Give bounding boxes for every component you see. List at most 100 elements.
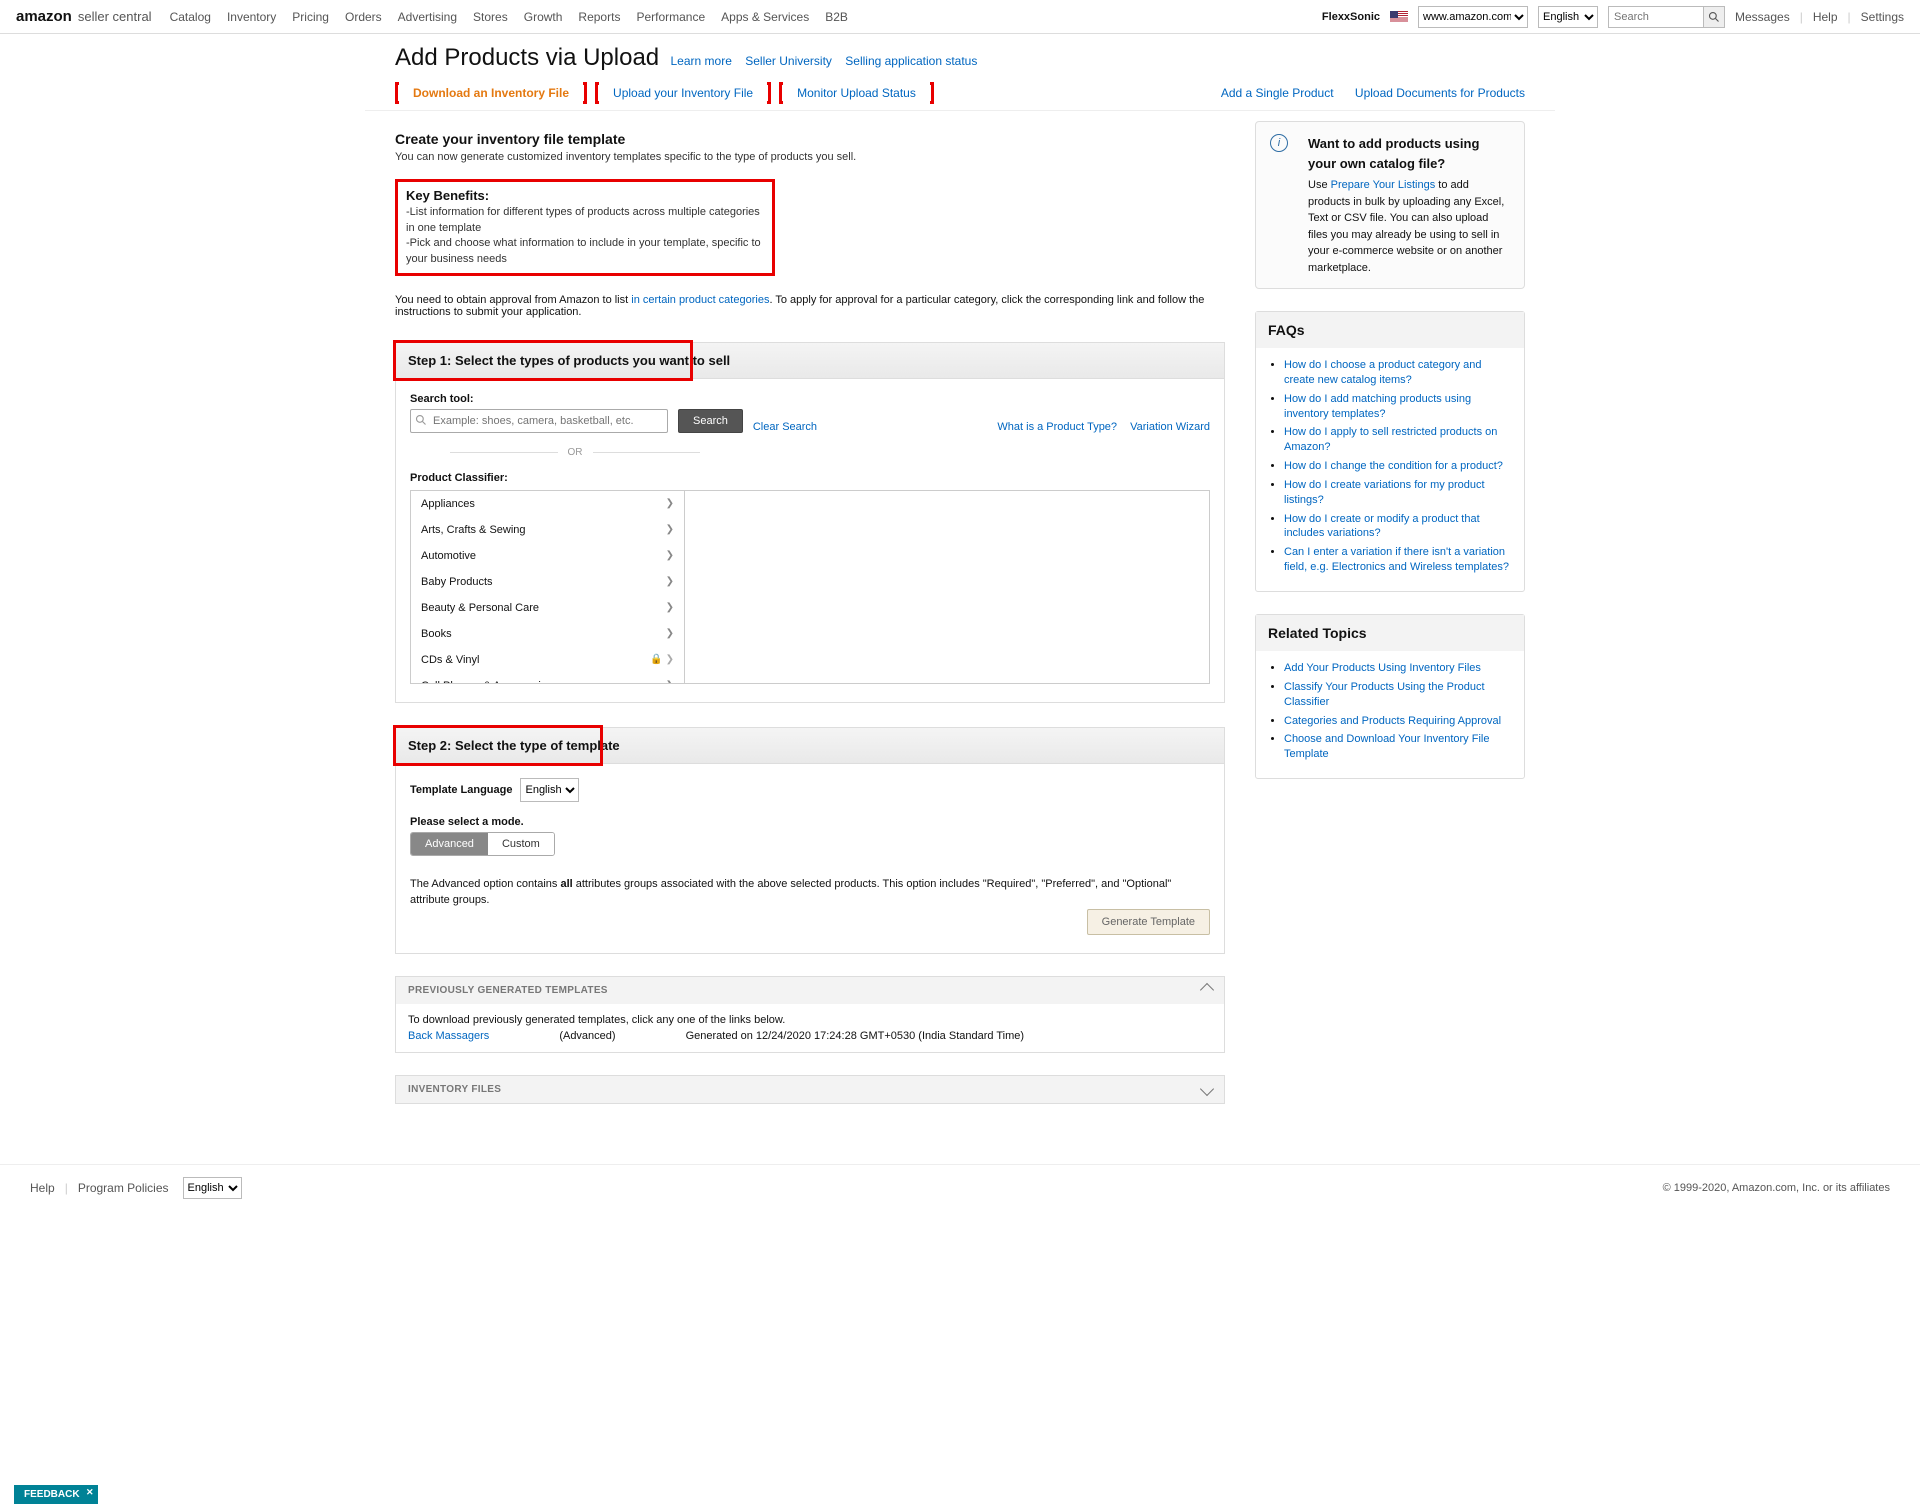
previously-generated-intro: To download previously generated templat… [408, 1014, 1212, 1026]
faq-link-2[interactable]: How do I apply to sell restricted produc… [1284, 426, 1497, 453]
menu-pricing[interactable]: Pricing [292, 10, 329, 24]
footer-help-link[interactable]: Help [30, 1181, 55, 1195]
info-heading: Want to add products using your own cata… [1308, 134, 1510, 173]
upload-documents-link[interactable]: Upload Documents for Products [1355, 86, 1525, 100]
menu-b2b[interactable]: B2B [825, 10, 848, 24]
menu-reports[interactable]: Reports [578, 10, 620, 24]
language-select[interactable]: English [1538, 6, 1598, 28]
menu-performance[interactable]: Performance [636, 10, 705, 24]
global-search [1608, 6, 1725, 28]
tab-upload[interactable]: Upload your Inventory File [599, 78, 767, 108]
step-1-body: Search tool: Search Clear Search What is… [395, 379, 1225, 703]
classifier-column-2 [685, 491, 1209, 683]
search-icon [1708, 11, 1720, 23]
brand-seller-central: seller central [78, 9, 152, 24]
mode-label: Please select a mode. [410, 816, 1210, 828]
faq-link-0[interactable]: How do I choose a product category and c… [1284, 359, 1482, 386]
selling-application-status-link[interactable]: Selling application status [845, 54, 977, 68]
related-link-3[interactable]: Choose and Download Your Inventory File … [1284, 733, 1489, 760]
brand-logo[interactable]: amazon seller central [16, 8, 152, 25]
tab-monitor[interactable]: Monitor Upload Status [783, 78, 930, 108]
template-language-select[interactable]: English [520, 778, 579, 802]
product-classifier-label: Product Classifier: [410, 472, 1210, 484]
menu-advertising[interactable]: Advertising [398, 10, 457, 24]
category-arts-crafts[interactable]: Arts, Crafts & Sewing❯ [411, 517, 684, 543]
category-cell-phones[interactable]: Cell Phones & Accessories❯ [411, 673, 684, 683]
add-single-product-link[interactable]: Add a Single Product [1221, 86, 1334, 100]
info-box: i Want to add products using your own ca… [1255, 121, 1525, 289]
menu-orders[interactable]: Orders [345, 10, 382, 24]
inventory-files-header[interactable]: INVENTORY FILES [396, 1076, 1224, 1103]
key-benefits-box: Key Benefits: -List information for diff… [395, 179, 775, 276]
classifier-column-1[interactable]: Appliances❯ Arts, Crafts & Sewing❯ Autom… [411, 491, 685, 683]
menu-stores[interactable]: Stores [473, 10, 508, 24]
mode-custom-button[interactable]: Custom [488, 833, 554, 855]
learn-more-link[interactable]: Learn more [671, 54, 732, 68]
previous-template-date: Generated on 12/24/2020 17:24:28 GMT+053… [686, 1030, 1024, 1042]
help-link[interactable]: Help [1813, 10, 1838, 24]
top-nav: amazon seller central Catalog Inventory … [0, 0, 1920, 34]
related-link-2[interactable]: Categories and Products Requiring Approv… [1284, 715, 1501, 727]
previous-template-link[interactable]: Back Massagers [408, 1030, 489, 1042]
category-beauty[interactable]: Beauty & Personal Care❯ [411, 595, 684, 621]
tab-download[interactable]: Download an Inventory File [399, 78, 583, 108]
menu-growth[interactable]: Growth [524, 10, 563, 24]
marketplace-select[interactable]: www.amazon.com [1418, 6, 1528, 28]
feedback-button[interactable]: FEEDBACK✕ [14, 1485, 98, 1504]
category-appliances[interactable]: Appliances❯ [411, 491, 684, 517]
mode-description: The Advanced option contains all attribu… [410, 876, 1210, 909]
clear-search-link[interactable]: Clear Search [753, 421, 817, 433]
chevron-right-icon: ❯ [666, 628, 674, 639]
faqs-heading: FAQs [1256, 312, 1524, 348]
search-button[interactable]: Search [678, 409, 743, 433]
approval-note: You need to obtain approval from Amazon … [395, 294, 1225, 318]
settings-link[interactable]: Settings [1861, 10, 1904, 24]
mode-toggle: Advanced Custom [410, 832, 555, 856]
what-is-product-type-link[interactable]: What is a Product Type? [997, 421, 1117, 433]
step-2-body: Template Language English Please select … [395, 764, 1225, 954]
chevron-up-icon [1200, 983, 1214, 997]
search-icon [415, 414, 427, 429]
mode-advanced-button[interactable]: Advanced [411, 833, 488, 855]
faq-link-5[interactable]: How do I create or modify a product that… [1284, 513, 1480, 540]
info-icon: i [1270, 134, 1288, 152]
faq-link-6[interactable]: Can I enter a variation if there isn't a… [1284, 546, 1509, 573]
footer: Help | Program Policies English © 1999-2… [0, 1164, 1920, 1211]
menu-apps-services[interactable]: Apps & Services [721, 10, 809, 24]
messages-link[interactable]: Messages [1735, 10, 1790, 24]
faq-link-3[interactable]: How do I change the condition for a prod… [1284, 460, 1503, 472]
create-template-sub: You can now generate customized inventor… [395, 150, 1225, 165]
page-title: Add Products via Upload [395, 44, 659, 72]
close-icon[interactable]: ✕ [86, 1487, 94, 1498]
key-benefits-heading: Key Benefits: [406, 188, 764, 203]
chevron-right-icon: ❯ [666, 524, 674, 535]
category-cds-vinyl[interactable]: CDs & Vinyl🔒 ❯ [411, 647, 684, 673]
variation-wizard-link[interactable]: Variation Wizard [1130, 421, 1210, 433]
faqs-box: FAQs How do I choose a product category … [1255, 311, 1525, 592]
menu-inventory[interactable]: Inventory [227, 10, 276, 24]
category-books[interactable]: Books❯ [411, 621, 684, 647]
footer-language-select[interactable]: English [183, 1177, 242, 1199]
footer-policies-link[interactable]: Program Policies [78, 1181, 169, 1195]
generate-template-button[interactable]: Generate Template [1087, 909, 1210, 935]
global-search-button[interactable] [1703, 6, 1725, 28]
or-divider: OR [450, 447, 700, 458]
menu-catalog[interactable]: Catalog [170, 10, 211, 24]
previously-generated-header[interactable]: PREVIOUSLY GENERATED TEMPLATES [396, 977, 1224, 1004]
brand-amazon: amazon [16, 8, 72, 25]
global-search-input[interactable] [1608, 6, 1703, 28]
restricted-categories-link[interactable]: in certain product categories [631, 294, 769, 306]
category-baby-products[interactable]: Baby Products❯ [411, 569, 684, 595]
related-link-0[interactable]: Add Your Products Using Inventory Files [1284, 662, 1481, 674]
category-automotive[interactable]: Automotive❯ [411, 543, 684, 569]
faq-link-1[interactable]: How do I add matching products using inv… [1284, 393, 1471, 420]
seller-university-link[interactable]: Seller University [745, 54, 832, 68]
faq-link-4[interactable]: How do I create variations for my produc… [1284, 479, 1485, 506]
chevron-right-icon: ❯ [666, 550, 674, 561]
related-link-1[interactable]: Classify Your Products Using the Product… [1284, 681, 1485, 708]
prepare-your-listings-link[interactable]: Prepare Your Listings [1331, 179, 1436, 191]
product-search-input[interactable] [410, 409, 668, 433]
step-2-header: Step 2: Select the type of template [395, 727, 1225, 764]
chevron-right-icon: ❯ [666, 498, 674, 509]
template-language-label: Template Language [410, 784, 512, 796]
